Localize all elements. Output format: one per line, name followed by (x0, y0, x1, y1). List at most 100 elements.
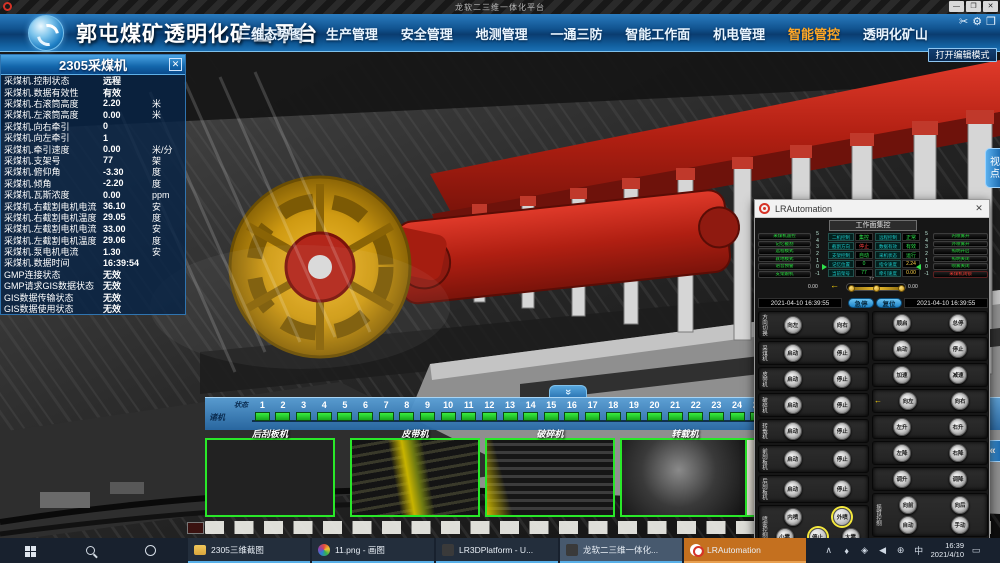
taskbar-app-button[interactable]: LRAutomation (684, 538, 806, 563)
control-button[interactable]: 启动 (784, 422, 802, 440)
nav-menu-item[interactable]: 智能工作面 (625, 24, 690, 43)
nav-menu-item[interactable]: 地测管理 (476, 24, 528, 43)
slider-knob[interactable] (848, 285, 855, 292)
nav-tool-icon[interactable]: ✂ (959, 16, 968, 29)
minimize-button[interactable]: — (949, 1, 964, 12)
mode-button[interactable]: 采煤机闭锁 (933, 271, 988, 278)
mode-button[interactable]: 采煤机遥控 (758, 233, 811, 240)
control-button[interactable]: 自动 (899, 516, 917, 534)
slider-knob[interactable] (873, 285, 880, 292)
nav-menu-item[interactable]: 生产管理 (326, 24, 378, 43)
speaker-icon[interactable]: ◀ (877, 545, 889, 556)
lr-titlebar[interactable]: LRAutomation ✕ (755, 200, 989, 218)
control-button[interactable]: 停止 (833, 480, 851, 498)
control-button[interactable]: 左升 (893, 418, 911, 436)
control-button[interactable]: 向左 (784, 316, 802, 334)
notification-center-icon[interactable]: ▭ (970, 545, 982, 556)
control-button[interactable]: 停止 (833, 450, 851, 468)
viewpoint-tab[interactable]: 视点 (985, 148, 1000, 188)
control-button[interactable]: 减速 (949, 366, 967, 384)
control-button[interactable]: 手动 (951, 516, 969, 534)
control-button[interactable]: 内喷 (784, 508, 802, 526)
estop-button[interactable]: 急停 (848, 298, 874, 308)
mode-button[interactable]: 外喷雾开 (933, 241, 988, 248)
control-button[interactable]: 启动 (893, 340, 911, 358)
camera-feed[interactable] (205, 438, 335, 517)
control-button[interactable]: 顺启 (893, 314, 911, 332)
taskbar-app-button[interactable]: 11.png - 画图 (312, 538, 434, 563)
mode-button[interactable]: 支架跟机 (758, 271, 811, 278)
control-button[interactable]: 停止 (833, 344, 851, 362)
edit-mode-button[interactable]: 打开编辑模式 (928, 48, 997, 62)
camera-feed[interactable] (620, 438, 750, 517)
mode-button[interactable]: 语音预警 (758, 263, 811, 270)
control-button[interactable]: 调升 (893, 470, 911, 488)
nav-menu-item[interactable]: 智能管控 (788, 24, 840, 43)
lr-close-icon[interactable]: ✕ (973, 203, 985, 214)
mode-button[interactable]: 照明开启 (933, 248, 988, 255)
usb-device-icon[interactable]: ♦ (841, 546, 853, 556)
control-button[interactable]: 启动 (784, 396, 802, 414)
workface-control-tab[interactable]: 工作面集控 (829, 220, 917, 231)
start-button[interactable] (0, 538, 60, 563)
window-titlebar[interactable]: 龙软二三维一体化平台 — ❐ ✕ (0, 0, 1000, 14)
mode-button[interactable]: 就地模式 (758, 256, 811, 263)
nav-menu-item[interactable]: 透明化矿山 (863, 24, 928, 43)
security-shield-icon[interactable]: ◈ (859, 545, 871, 556)
nav-menu-item[interactable]: 三维态势图 (238, 24, 303, 43)
control-button[interactable]: 左降 (893, 444, 911, 462)
control-button[interactable]: 外喷 (833, 508, 851, 526)
taskbar-clock[interactable]: 16:39 2021/4/10 (931, 542, 964, 559)
taskbar-app-button[interactable]: 2305三维截图 (188, 538, 310, 563)
camera-feed[interactable] (350, 438, 480, 517)
taskbar-app-button[interactable]: LR3DPlatform - U... (436, 538, 558, 563)
nav-menu-item[interactable]: 机电管理 (713, 24, 765, 43)
ime-language-icon[interactable]: 中 (913, 544, 925, 557)
panel-header[interactable]: 2305采煤机 ✕ (1, 55, 185, 75)
chevron-up-icon[interactable]: ∧ (823, 545, 835, 556)
control-button[interactable]: 启动 (784, 480, 802, 498)
maximize-button[interactable]: ❐ (966, 1, 981, 12)
mode-button[interactable]: 内喷雾开 (933, 233, 988, 240)
control-button[interactable]: 向后 (951, 496, 969, 514)
support-ok-indicator (275, 412, 290, 421)
nav-menu-item[interactable]: 一通三防 (550, 24, 602, 43)
control-button[interactable]: 停止 (833, 422, 851, 440)
control-button[interactable]: 总停 (949, 314, 967, 332)
control-button[interactable]: 停止 (949, 340, 967, 358)
control-button[interactable]: 调降 (949, 470, 967, 488)
control-button[interactable]: 向右 (833, 316, 851, 334)
control-button[interactable]: 停止 (833, 370, 851, 388)
support-status-cell: 3 (293, 399, 314, 430)
control-button[interactable]: 右降 (949, 444, 967, 462)
control-button[interactable]: 向右 (951, 392, 969, 410)
system-tray: ∧ ♦ ◈ ◀ ⊕ 中 16:39 2021/4/10 ▭ (823, 538, 1000, 563)
control-button[interactable]: 停止 (833, 396, 851, 414)
row-value: 1.30 (103, 247, 152, 257)
mode-button[interactable]: 记忆截割 (758, 241, 811, 248)
control-button[interactable]: 向前 (899, 496, 917, 514)
search-button[interactable] (60, 538, 120, 563)
button-row: 加速 减速 (874, 366, 986, 384)
shearer-position-slider[interactable] (846, 283, 906, 291)
network-icon[interactable]: ⊕ (895, 545, 907, 556)
control-button[interactable]: 加速 (893, 366, 911, 384)
mode-button[interactable]: 喷雾关闭 (933, 263, 988, 270)
mode-button[interactable]: 照明关闭 (933, 256, 988, 263)
control-button[interactable]: 右升 (949, 418, 967, 436)
nav-menu-item[interactable]: 安全管理 (401, 24, 453, 43)
close-button[interactable]: ✕ (983, 1, 998, 12)
cortana-button[interactable] (120, 538, 180, 563)
slider-knob[interactable] (898, 285, 905, 292)
nav-tool-icon[interactable]: ❐ (986, 16, 996, 29)
taskbar-app-button[interactable]: 龙软二三维一体化... (560, 538, 682, 563)
control-button[interactable]: 启动 (784, 344, 802, 362)
control-button[interactable]: 启动 (784, 370, 802, 388)
panel-close-icon[interactable]: ✕ (169, 58, 182, 71)
control-button[interactable]: 启动 (784, 450, 802, 468)
camera-feed[interactable] (485, 438, 615, 517)
control-button[interactable]: 向左 (899, 392, 917, 410)
nav-tool-icon[interactable]: ⚙ (972, 16, 982, 29)
reset-button[interactable]: 复位 (876, 298, 902, 308)
mode-button[interactable]: 远程模式 (758, 248, 811, 255)
